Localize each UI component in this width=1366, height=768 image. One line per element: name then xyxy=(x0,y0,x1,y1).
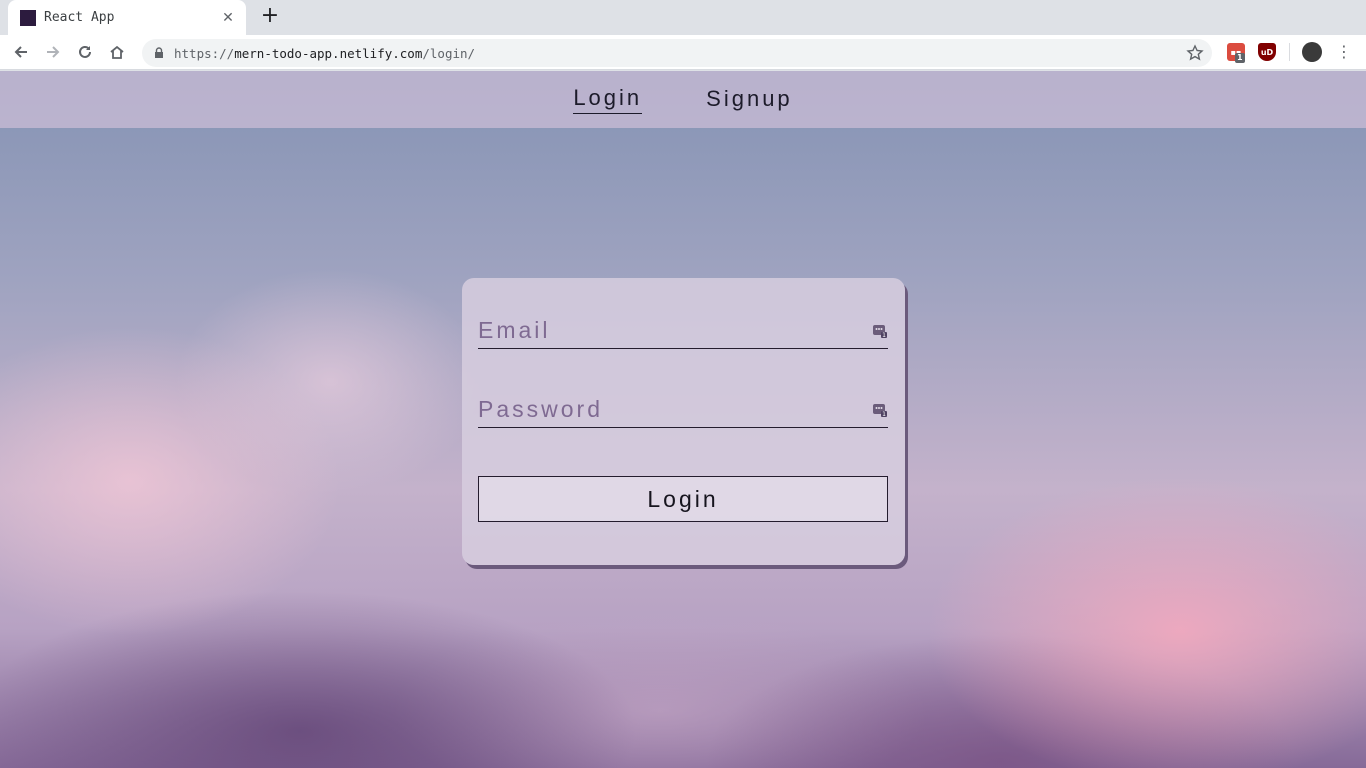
profile-avatar[interactable] xyxy=(1302,42,1322,62)
address-bar[interactable]: https://mern-todo-app.netlify.com/login/ xyxy=(142,39,1212,67)
favicon-icon xyxy=(20,9,36,26)
bookmark-star-icon[interactable] xyxy=(1186,44,1204,62)
url-host: mern-todo-app.netlify.com xyxy=(234,45,423,61)
password-field-wrapper: 1 xyxy=(478,392,888,428)
url-prefix: https:// xyxy=(174,45,235,61)
toolbar-divider xyxy=(1289,43,1290,61)
url-text: https://mern-todo-app.netlify.com/login/ xyxy=(174,46,475,61)
nav-link-login[interactable]: Login xyxy=(573,85,643,114)
reload-icon xyxy=(79,45,91,58)
email-input[interactable] xyxy=(478,313,872,348)
extension-badge: 1 xyxy=(1235,53,1245,63)
tab-strip: React App ✕ + xyxy=(0,0,1366,35)
password-manager-icon[interactable]: 1 xyxy=(872,323,888,339)
lock-icon xyxy=(155,47,163,58)
tab-title: React App xyxy=(44,10,115,25)
home-button[interactable] xyxy=(104,39,130,65)
email-field-wrapper: 1 xyxy=(478,313,888,349)
reload-button[interactable] xyxy=(72,39,98,65)
ublock-origin-icon[interactable]: uD xyxy=(1258,43,1276,61)
login-card: 1 1 Login xyxy=(462,278,905,565)
top-nav: Login Signup xyxy=(0,71,1366,128)
back-button[interactable] xyxy=(8,39,34,65)
back-arrow-icon xyxy=(14,46,27,58)
browser-tab[interactable]: React App ✕ xyxy=(8,0,246,35)
url-path: /login/ xyxy=(422,45,476,61)
password-manager-icon[interactable]: 1 xyxy=(872,402,888,418)
new-tab-button[interactable]: + xyxy=(258,5,282,29)
home-icon xyxy=(110,45,124,59)
svg-text:1: 1 xyxy=(882,411,886,418)
browser-toolbar: https://mern-todo-app.netlify.com/login/… xyxy=(0,35,1366,70)
forward-button[interactable] xyxy=(40,39,66,65)
page-viewport: Login Signup 1 1 Login xyxy=(0,71,1366,768)
ublock-label: uD xyxy=(1260,47,1274,57)
login-submit-button[interactable]: Login xyxy=(478,476,888,522)
todoist-extension-icon[interactable]: ▪▪ 1 xyxy=(1227,43,1245,63)
close-tab-icon[interactable]: ✕ xyxy=(220,10,236,26)
forward-arrow-icon xyxy=(47,46,60,58)
svg-text:1: 1 xyxy=(882,332,886,339)
nav-link-signup[interactable]: Signup xyxy=(706,86,793,114)
password-input[interactable] xyxy=(478,392,872,427)
browser-menu-icon[interactable]: ⋮ xyxy=(1334,41,1354,63)
